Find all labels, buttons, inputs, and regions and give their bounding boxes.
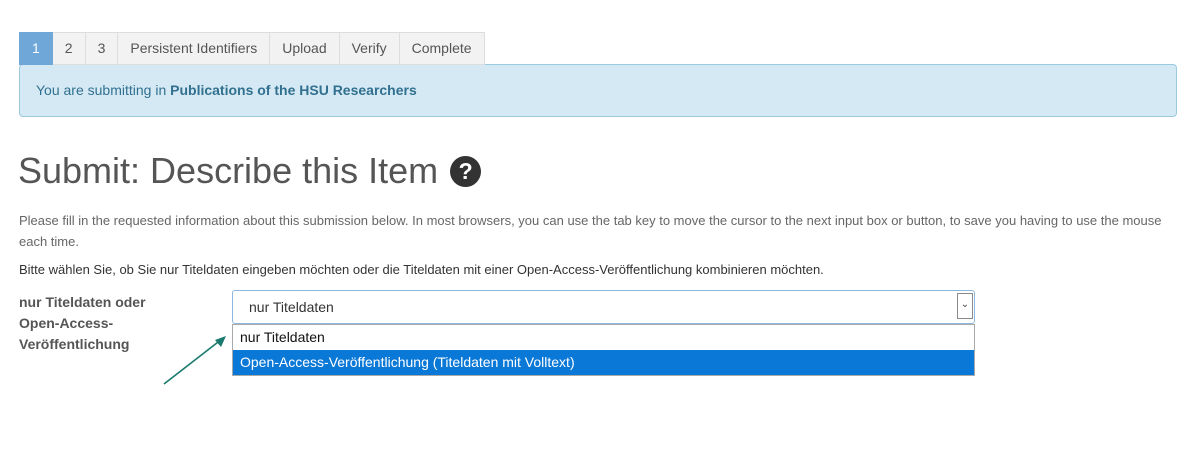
alert-prefix: You are submitting in (36, 82, 171, 98)
alert-collection-name: Publications of the HSU Researchers (170, 82, 417, 98)
question-circle-icon[interactable]: ? (450, 155, 482, 187)
annotation-arrow-icon (163, 336, 226, 385)
submission-collection-alert: You are submitting in Publications of th… (19, 64, 1177, 117)
option-open-access[interactable]: Open-Access-Veröffentlichung (Titeldaten… (233, 350, 974, 375)
step-3[interactable]: 3 (85, 32, 119, 65)
step-verify[interactable]: Verify (339, 32, 400, 65)
chevron-down-icon[interactable]: ⌄ (957, 293, 973, 319)
progress-steps: 1 2 3 Persistent Identifiers Upload Veri… (19, 32, 485, 65)
publication-type-select[interactable]: nur Titeldaten ⌄ (232, 290, 975, 324)
field-instruction: Bitte wählen Sie, ob Sie nur Titeldaten … (19, 262, 824, 277)
step-upload[interactable]: Upload (270, 32, 340, 65)
option-nur-titeldaten[interactable]: nur Titeldaten (233, 325, 974, 350)
select-dropdown-list: nur Titeldaten Open-Access-Veröffentlich… (232, 324, 975, 376)
step-2[interactable]: 2 (52, 32, 86, 65)
select-current-value: nur Titeldaten (249, 299, 334, 315)
page-title: Submit: Describe this Item ? (18, 150, 482, 192)
page-description: Please fill in the requested information… (19, 213, 1162, 249)
step-persistent-identifiers[interactable]: Persistent Identifiers (118, 32, 271, 65)
step-complete[interactable]: Complete (399, 32, 485, 65)
step-1[interactable]: 1 (19, 32, 53, 65)
page-title-text: Submit: Describe this Item (18, 150, 439, 191)
